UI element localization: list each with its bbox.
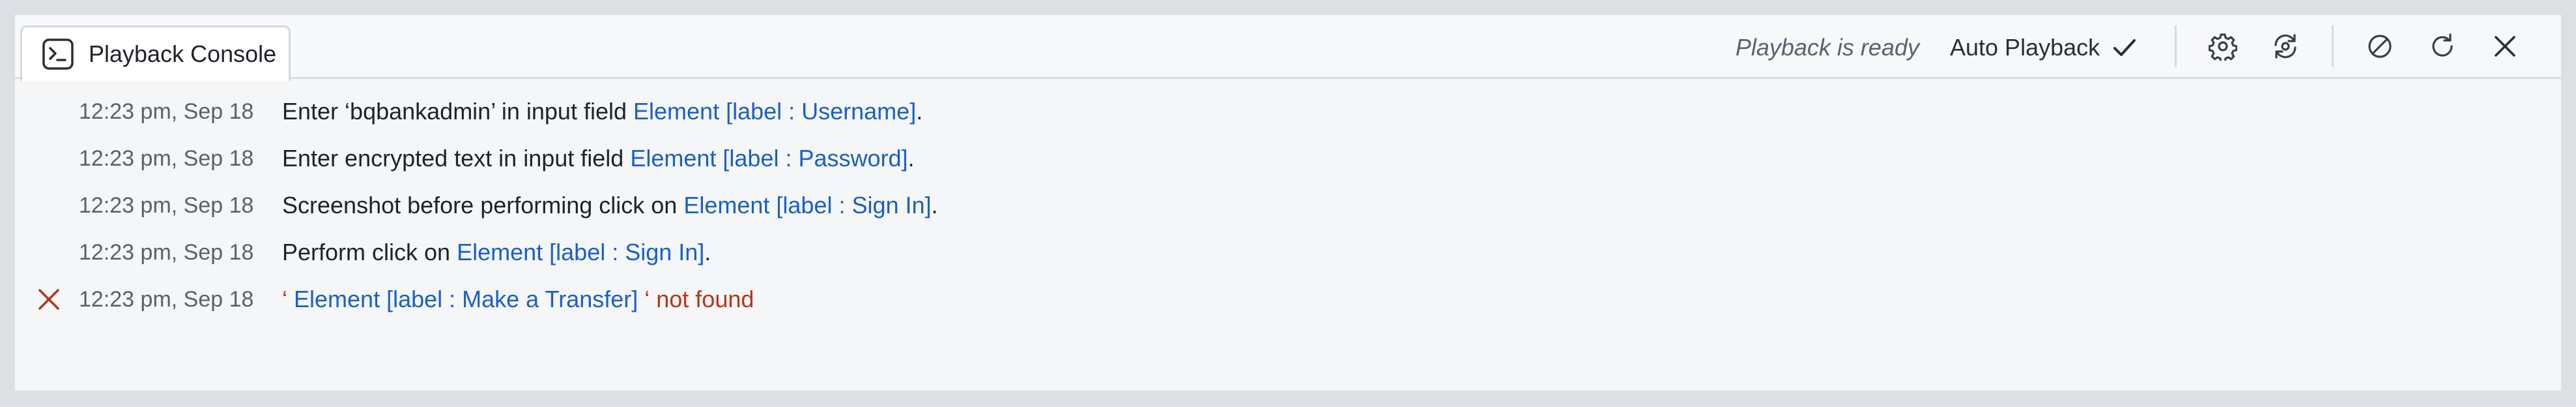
reload-icon xyxy=(2428,32,2457,64)
stop-circle-icon xyxy=(2366,32,2394,64)
log-row-error: 12:23 pm, Sep 18 ‘ Element [label : Make… xyxy=(15,281,2561,318)
log-message: ‘ Element [label : Make a Transfer] ‘ no… xyxy=(282,286,754,313)
log-row: 12:23 pm, Sep 18 Screenshot before perfo… xyxy=(15,187,2561,224)
log-message: Enter ‘bqbankadmin’ in input field Eleme… xyxy=(282,98,923,125)
toolbar-divider xyxy=(2175,25,2177,67)
auto-playback-toggle[interactable]: Auto Playback xyxy=(1950,29,2138,66)
element-link[interactable]: Element [label : Username] xyxy=(633,98,916,125)
log-row: 12:23 pm, Sep 18 Enter ‘bqbankadmin’ in … xyxy=(15,93,2561,130)
log-message: Perform click on Element [label : Sign I… xyxy=(282,239,711,266)
sync-refresh-icon xyxy=(2271,32,2300,64)
element-link[interactable]: Element [label : Sign In] xyxy=(457,239,704,265)
log-text: Perform click on xyxy=(282,239,457,265)
playback-status: Playback is ready xyxy=(1735,34,1919,61)
log-timestamp: 12:23 pm, Sep 18 xyxy=(79,145,254,171)
log-text-suffix: . xyxy=(704,239,711,265)
log-text: Screenshot before performing click on xyxy=(282,192,684,219)
element-link[interactable]: Element [label : Password] xyxy=(630,145,908,172)
toolbar-divider xyxy=(2332,25,2334,67)
log-error-text: ‘ not found xyxy=(638,286,754,312)
log-row: 12:23 pm, Sep 18 Enter encrypted text in… xyxy=(15,140,2561,177)
log-text: Enter encrypted text in input field xyxy=(282,145,631,172)
playback-console-panel: Playback Console Playback is ready Auto … xyxy=(15,15,2561,391)
log-row: 12:23 pm, Sep 18 Perform click on Elemen… xyxy=(15,234,2561,271)
log-timestamp: 12:23 pm, Sep 18 xyxy=(79,192,254,218)
settings-gear-icon xyxy=(2208,32,2238,64)
close-icon xyxy=(2491,32,2519,64)
reload-button[interactable] xyxy=(2426,31,2459,65)
tab-playback-console[interactable]: Playback Console xyxy=(20,25,291,81)
stop-button[interactable] xyxy=(2363,31,2397,65)
terminal-icon xyxy=(42,38,74,70)
log-text: Enter ‘bqbankadmin’ in input field xyxy=(282,98,633,125)
tab-label: Playback Console xyxy=(89,40,277,67)
sync-button[interactable] xyxy=(2268,31,2302,65)
auto-playback-label: Auto Playback xyxy=(1950,34,2100,61)
log-text-suffix: . xyxy=(908,145,915,172)
settings-button[interactable] xyxy=(2206,31,2240,65)
check-icon xyxy=(2111,35,2138,61)
log-text-suffix: . xyxy=(931,192,938,219)
log-text-suffix: . xyxy=(916,98,923,125)
log-message: Enter encrypted text in input field Elem… xyxy=(282,145,915,172)
log-timestamp: 12:23 pm, Sep 18 xyxy=(79,98,254,124)
console-header: Playback Console Playback is ready Auto … xyxy=(15,15,2561,81)
element-link[interactable]: Element [label : Sign In] xyxy=(683,192,931,219)
element-link[interactable]: Element [label : Make a Transfer] xyxy=(294,286,638,312)
error-x-icon xyxy=(36,286,62,312)
log-message: Screenshot before performing click on El… xyxy=(282,192,938,219)
close-button[interactable] xyxy=(2488,31,2522,65)
log-timestamp: 12:23 pm, Sep 18 xyxy=(79,239,254,265)
log-timestamp: 12:23 pm, Sep 18 xyxy=(79,286,254,312)
log-text: ‘ xyxy=(282,286,294,312)
